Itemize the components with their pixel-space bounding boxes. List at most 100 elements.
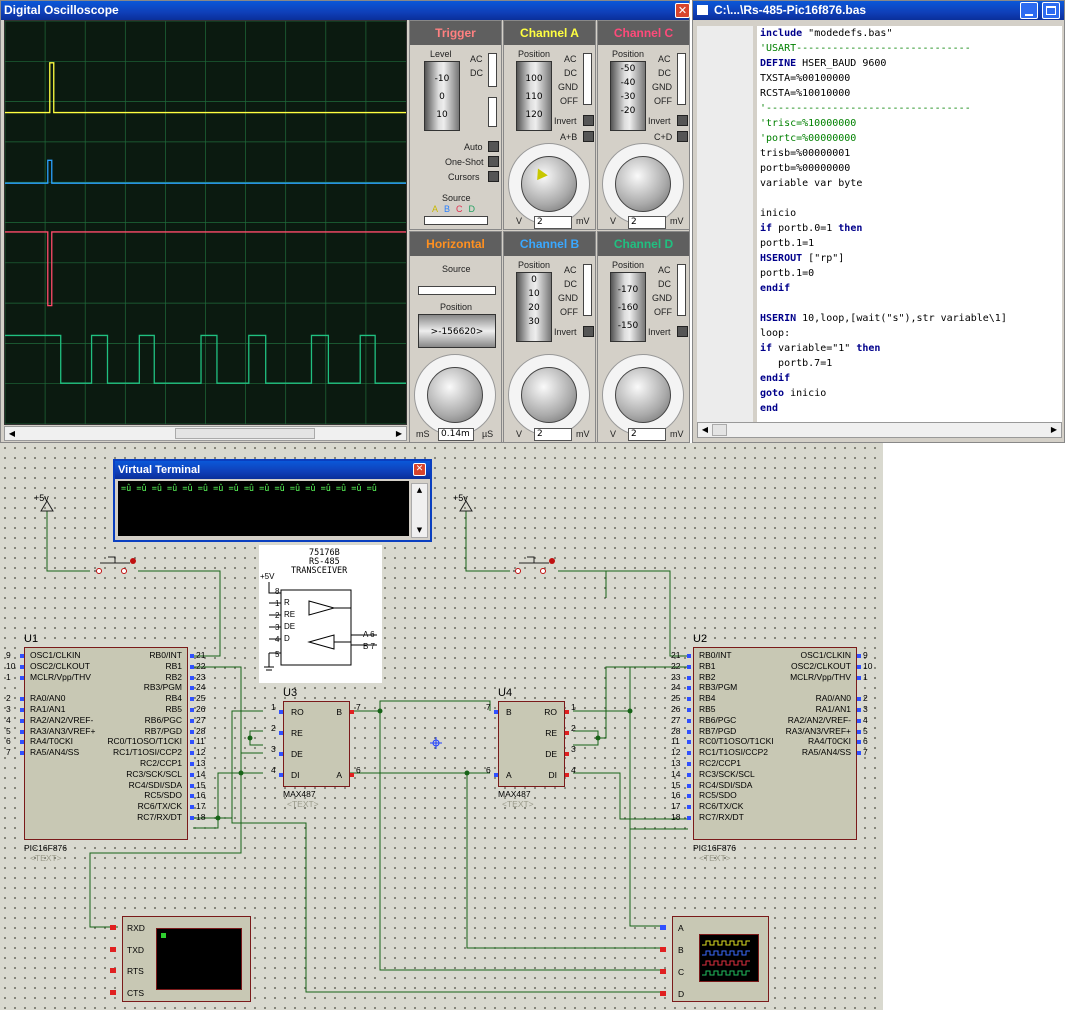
scroll-right-icon[interactable]: ▶ bbox=[1048, 424, 1060, 435]
u2-pin-label: RB7/PGD bbox=[699, 725, 737, 736]
code-line[interactable]: 'portc=%00000000 bbox=[760, 131, 1062, 146]
timebase-knob[interactable] bbox=[427, 367, 483, 423]
code-line[interactable]: portb.1=0 bbox=[760, 266, 1062, 281]
code-line[interactable]: HSEROUT ["rp"] bbox=[760, 251, 1062, 266]
timebase-field[interactable]: 0.14m bbox=[438, 428, 474, 441]
source-channels: ABCD bbox=[432, 204, 482, 214]
channel-c-combine-button[interactable] bbox=[677, 131, 688, 142]
one-shot-button[interactable] bbox=[488, 156, 499, 167]
code-line[interactable]: end bbox=[760, 401, 1062, 416]
close-icon[interactable]: ✕ bbox=[675, 3, 690, 18]
horizontal-title: Horizontal bbox=[410, 232, 501, 256]
code-line[interactable]: '---------------------------------- bbox=[760, 101, 1062, 116]
edge-slider[interactable] bbox=[488, 97, 497, 127]
code-line[interactable]: trisb=%00000001 bbox=[760, 146, 1062, 161]
u4-part: MAX487 bbox=[498, 789, 531, 799]
horizontal-source-slider[interactable] bbox=[418, 286, 496, 295]
code-line[interactable]: HSERIN 10,loop,[wait("s"),str variable\1… bbox=[760, 311, 1062, 326]
scroll-up-icon[interactable]: ▲ bbox=[412, 484, 427, 496]
code-line[interactable]: RCSTA=%10010000 bbox=[760, 86, 1062, 101]
code-line[interactable]: endif bbox=[760, 371, 1062, 386]
channel-b-title: Channel B bbox=[504, 232, 595, 256]
u1-pin-marker bbox=[190, 740, 194, 745]
scrollbar-thumb[interactable] bbox=[175, 428, 315, 439]
u2-pin-marker bbox=[857, 675, 861, 680]
code-line[interactable]: portb.7=1 bbox=[760, 356, 1062, 371]
code-line[interactable]: 'trisc=%10000000 bbox=[760, 116, 1062, 131]
u2-pin-number: 12 bbox=[671, 747, 681, 758]
code-line[interactable]: 'USART----------------------------- bbox=[760, 41, 1062, 56]
u4-pin-label: RE bbox=[545, 728, 557, 738]
u3-pin-label: B bbox=[336, 707, 342, 717]
channel-b-mode-slider[interactable] bbox=[583, 264, 592, 316]
oscilloscope-titlebar[interactable]: Digital Oscilloscope bbox=[1, 1, 689, 20]
minimize-icon[interactable] bbox=[1020, 2, 1038, 19]
trigger-level-drum[interactable]: -10 0 10 bbox=[424, 61, 460, 131]
channel-c-invert-button[interactable] bbox=[677, 115, 688, 126]
editor-titlebar[interactable]: C:\...\Rs-485-Pic16f876.bas bbox=[693, 1, 1064, 20]
maximize-icon[interactable] bbox=[1042, 2, 1060, 19]
code-line[interactable]: portb=%00000000 bbox=[760, 161, 1062, 176]
code-line[interactable]: include "modedefs.bas" bbox=[760, 26, 1062, 41]
u1-pin-label: RA1/AN1 bbox=[30, 704, 66, 714]
channel-a-mode-slider[interactable] bbox=[583, 53, 592, 105]
channel-c-mode-slider[interactable] bbox=[677, 53, 686, 105]
channel-d-volts-knob[interactable] bbox=[615, 367, 671, 423]
channel-a-invert-button[interactable] bbox=[583, 115, 594, 126]
code-line[interactable]: portb.1=1 bbox=[760, 236, 1062, 251]
coupling-slider[interactable] bbox=[488, 53, 497, 87]
code-line[interactable]: TXSTA=%00100000 bbox=[760, 71, 1062, 86]
channel-a-combine-button[interactable] bbox=[583, 131, 594, 142]
code-line[interactable]: loop: bbox=[760, 326, 1062, 341]
horizontal-position-drum[interactable]: >-156620> bbox=[418, 314, 496, 348]
scope-horizontal-scrollbar[interactable]: ◀ ▶ bbox=[4, 426, 407, 441]
scroll-right-icon[interactable]: ▶ bbox=[393, 428, 405, 439]
channel-b-volts-field[interactable]: 2 bbox=[534, 428, 572, 441]
channel-d-invert-button[interactable] bbox=[677, 326, 688, 337]
virtual-terminal-pin-label: RTS bbox=[127, 966, 144, 976]
code-line[interactable] bbox=[760, 296, 1062, 311]
code-line[interactable]: inicio bbox=[760, 206, 1062, 221]
terminal-vertical-scrollbar[interactable]: ▲ ▼ bbox=[411, 483, 428, 538]
scrollbar-thumb[interactable] bbox=[712, 424, 727, 436]
code-line[interactable]: if portb.0=1 then bbox=[760, 221, 1062, 236]
code-area[interactable]: include "modedefs.bas" 'USART------------… bbox=[757, 26, 1062, 422]
channel-d-position-drum[interactable]: -170 -160 -150 bbox=[610, 272, 646, 342]
code-line[interactable]: goto inicio bbox=[760, 386, 1062, 401]
code-line[interactable]: DEFINE HSER_BAUD 9600 bbox=[760, 56, 1062, 71]
u1-pin-number: 11 bbox=[196, 736, 205, 747]
u3-pin-marker bbox=[279, 773, 283, 777]
u1-ref: U1 bbox=[24, 633, 39, 645]
source-slider[interactable] bbox=[424, 216, 488, 225]
channel-c-volts-field[interactable]: 2 bbox=[628, 216, 666, 229]
u1-pin-label: OSC1/CLKIN bbox=[30, 650, 81, 660]
code-line[interactable] bbox=[760, 191, 1062, 206]
channel-b-invert-button[interactable] bbox=[583, 326, 594, 337]
channel-b-volts-knob[interactable] bbox=[521, 367, 577, 423]
channel-d-mode-slider[interactable] bbox=[677, 264, 686, 316]
u2-pin-marker bbox=[687, 740, 691, 745]
channel-a-volts-field[interactable]: 2 bbox=[534, 216, 572, 229]
scroll-left-icon[interactable]: ◀ bbox=[6, 428, 18, 439]
auto-button[interactable] bbox=[488, 141, 499, 152]
u1-pin-number: 10 bbox=[6, 660, 16, 671]
oscilloscope-instrument[interactable] bbox=[672, 916, 769, 1002]
scroll-left-icon[interactable]: ◀ bbox=[699, 424, 711, 435]
virtual-terminal-titlebar[interactable]: Virtual Terminal bbox=[115, 461, 430, 479]
code-line[interactable]: if variable="1" then bbox=[760, 341, 1062, 356]
close-icon[interactable]: ✕ bbox=[413, 463, 426, 476]
virtual-terminal-pin-marker bbox=[110, 925, 116, 930]
code-line[interactable]: variable var byte bbox=[760, 176, 1062, 191]
scroll-down-icon[interactable]: ▼ bbox=[412, 524, 427, 536]
channel-a-volts-knob[interactable] bbox=[521, 156, 577, 212]
channel-b-position-drum[interactable]: 0 10 20 30 bbox=[516, 272, 552, 342]
channel-c-volts-knob[interactable] bbox=[615, 156, 671, 212]
virtual-terminal-output[interactable]: =û =û =û =û =û =û =û =û =û =û =û =û =û =… bbox=[118, 481, 409, 536]
editor-horizontal-scrollbar[interactable]: ◀ ▶ bbox=[697, 422, 1062, 438]
u1-pin-label: RC3/SCK/SCL bbox=[126, 768, 182, 779]
cursors-button[interactable] bbox=[488, 171, 499, 182]
channel-a-position-drum[interactable]: 100 110 120 bbox=[516, 61, 552, 131]
code-line[interactable]: endif bbox=[760, 281, 1062, 296]
channel-d-volts-field[interactable]: 2 bbox=[628, 428, 666, 441]
channel-c-position-drum[interactable]: -50 -40 -30 -20 bbox=[610, 61, 646, 131]
